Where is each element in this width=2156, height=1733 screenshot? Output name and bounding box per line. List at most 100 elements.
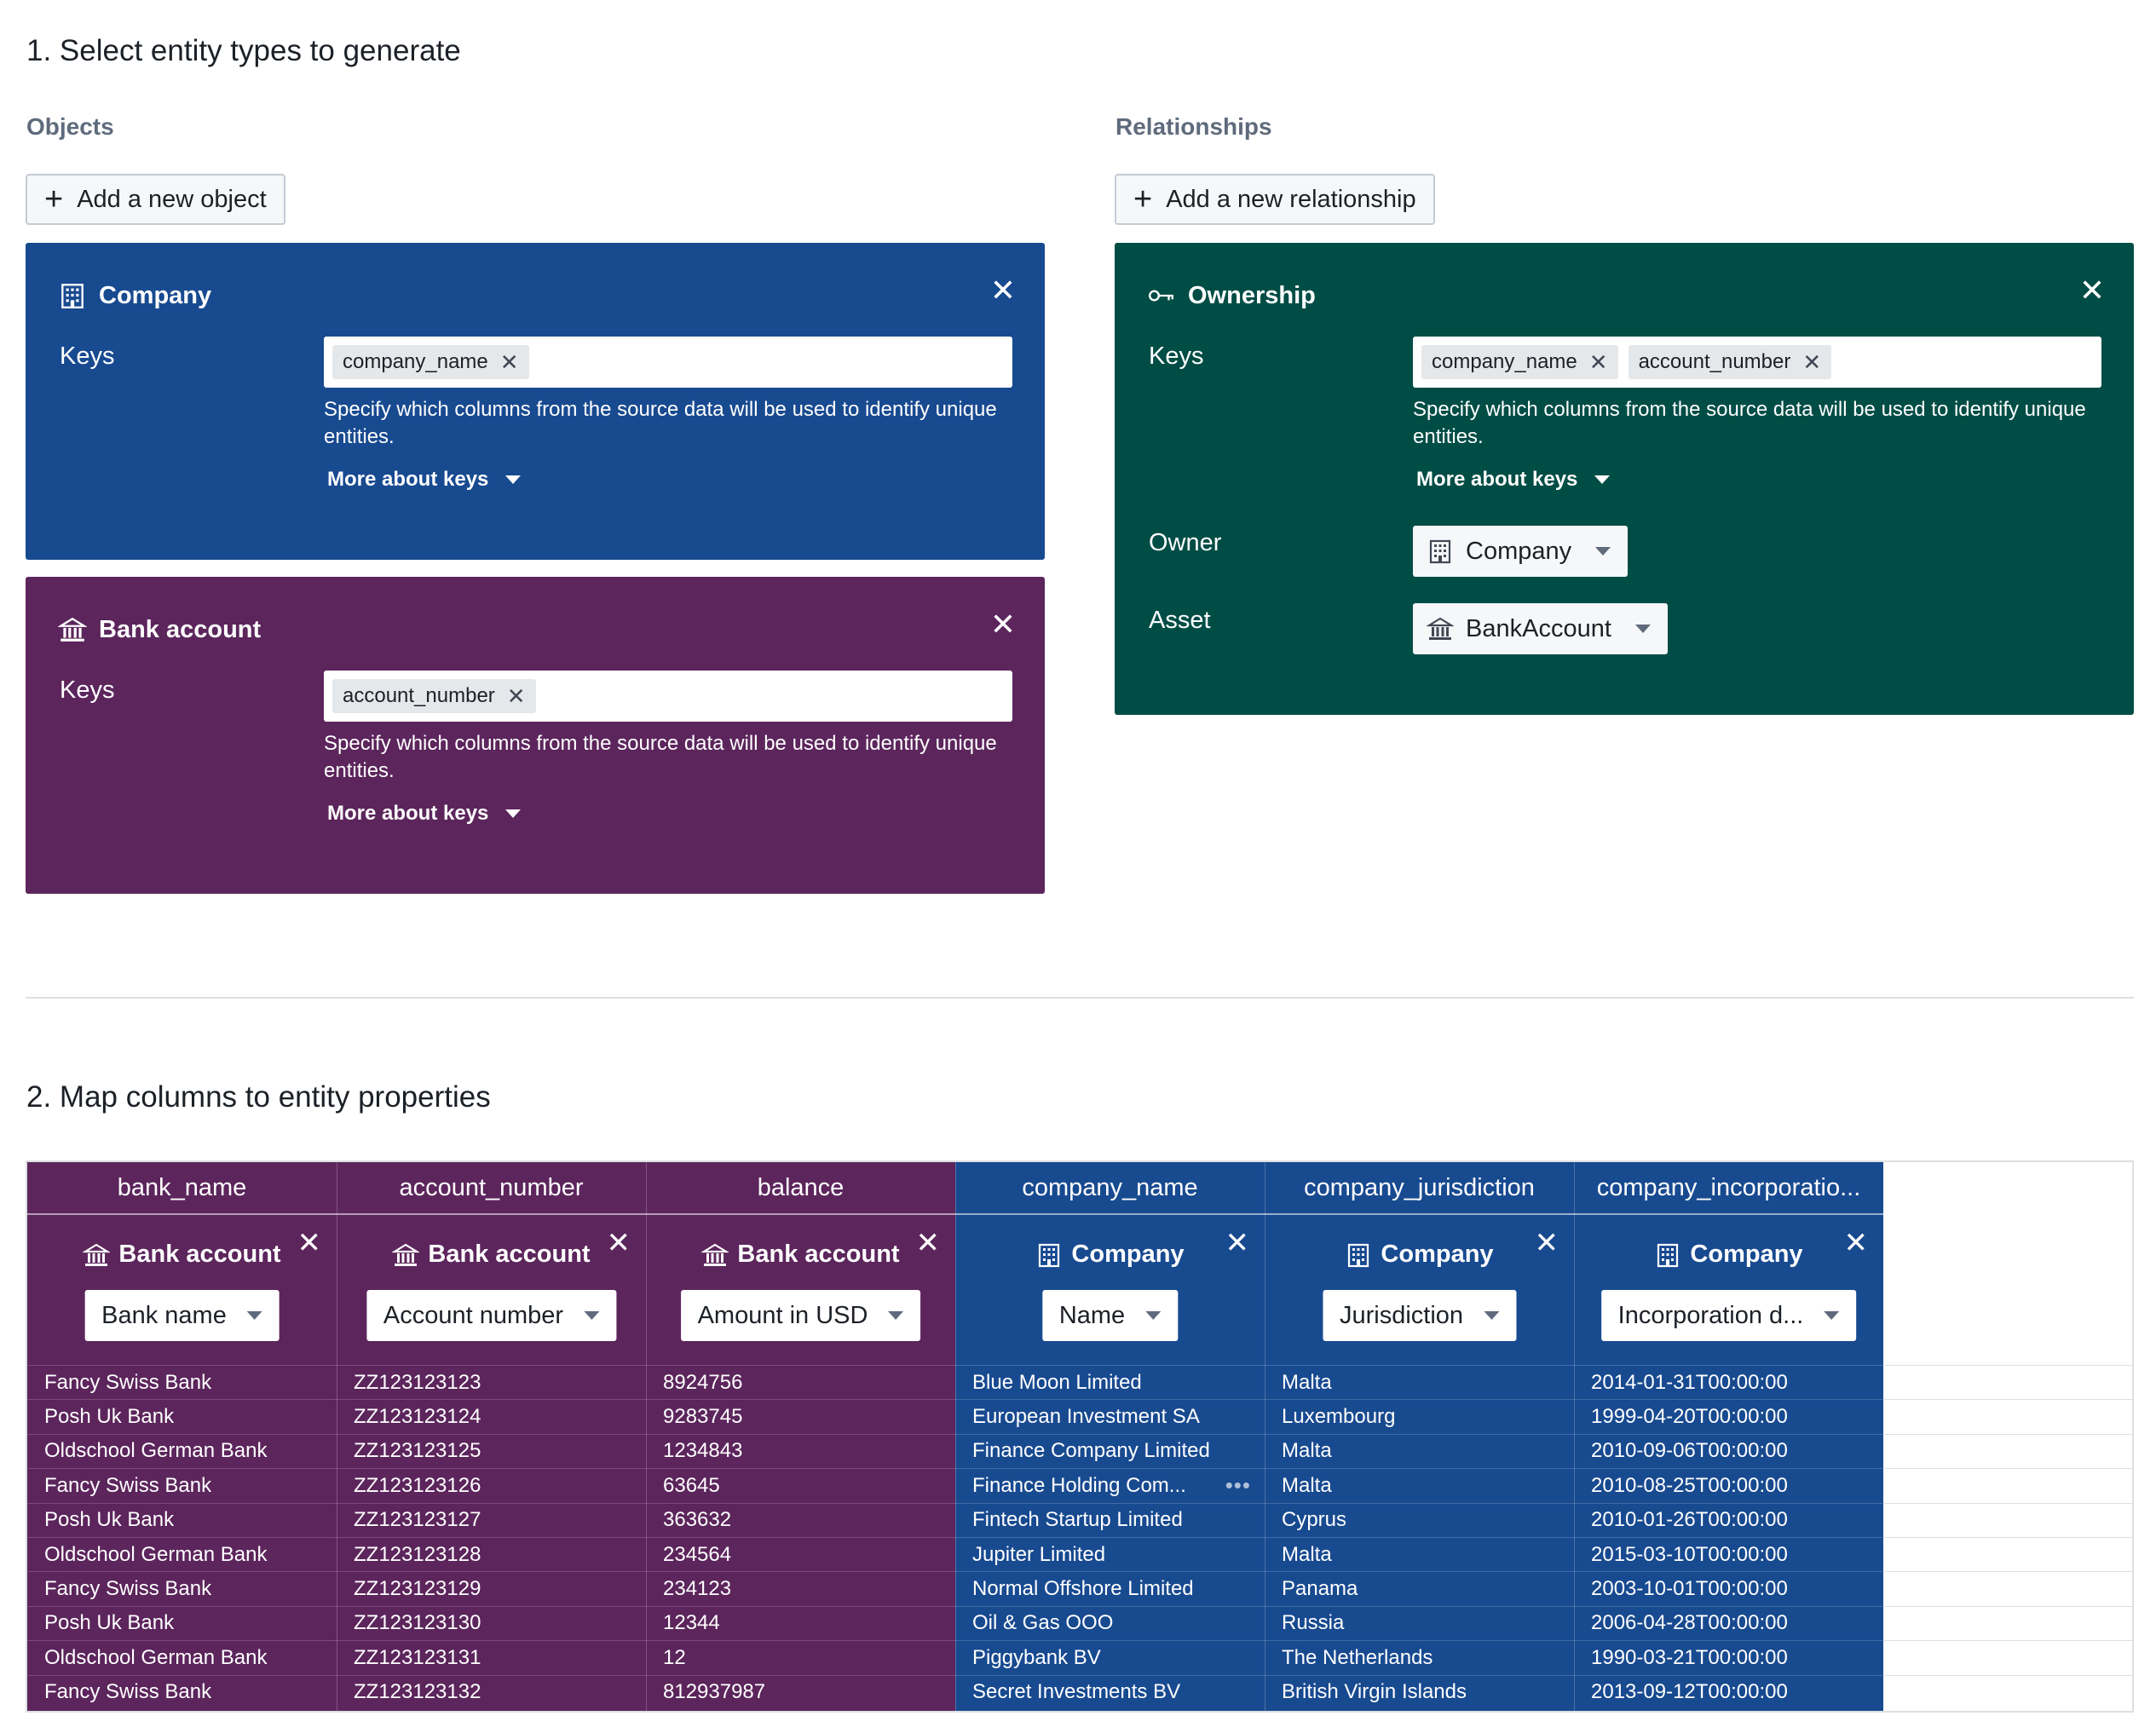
table-cell[interactable]: Posh Uk Bank bbox=[27, 1605, 337, 1640]
table-cell[interactable]: Finance Company Limited bbox=[955, 1433, 1265, 1468]
column-separator bbox=[1574, 1162, 1575, 1711]
entity-mapping: Bank account ✕ Amount in USD bbox=[646, 1215, 955, 1365]
add-relationship-label: Add a new relationship bbox=[1166, 185, 1416, 213]
table-cell[interactable]: The Netherlands bbox=[1265, 1640, 1574, 1674]
close-icon[interactable]: ✕ bbox=[990, 609, 1016, 640]
table-cell[interactable]: Fancy Swiss Bank bbox=[27, 1468, 337, 1502]
close-icon[interactable]: ✕ bbox=[1535, 1229, 1559, 1258]
close-icon[interactable]: ✕ bbox=[1844, 1229, 1869, 1258]
table-cell[interactable]: British Virgin Islands bbox=[1265, 1674, 1574, 1709]
mapping-column: company_name Company ✕ Name Blue Moon Limite… bbox=[955, 1162, 1265, 1711]
table-cell[interactable]: 9283745 bbox=[646, 1399, 955, 1433]
table-cell[interactable]: ZZ123123125 bbox=[337, 1433, 646, 1468]
property-select[interactable]: Name bbox=[1041, 1290, 1179, 1341]
add-relationship-button[interactable]: + Add a new relationship bbox=[1115, 174, 1435, 225]
close-icon[interactable]: ✕ bbox=[297, 1229, 322, 1258]
table-cell[interactable]: Fancy Swiss Bank bbox=[27, 1674, 337, 1709]
table-cell[interactable]: Malta bbox=[1265, 1536, 1574, 1571]
table-cell[interactable]: Oldschool German Bank bbox=[27, 1536, 337, 1571]
entity-mapping: Bank account ✕ Bank name bbox=[27, 1215, 337, 1365]
table-cell[interactable]: 234564 bbox=[646, 1536, 955, 1571]
table-cell[interactable]: Normal Offshore Limited bbox=[955, 1571, 1265, 1605]
table-cell[interactable]: 1990-03-21T00:00:00 bbox=[1574, 1640, 1883, 1674]
keys-input[interactable]: company_name ✕ bbox=[324, 337, 1012, 388]
table-cell[interactable]: 12344 bbox=[646, 1605, 955, 1640]
table-cell[interactable]: Russia bbox=[1265, 1605, 1574, 1640]
table-cell[interactable]: 12 bbox=[646, 1640, 955, 1674]
table-cell[interactable]: Luxembourg bbox=[1265, 1399, 1574, 1433]
table-cell[interactable]: ZZ123123126 bbox=[337, 1468, 646, 1502]
table-cell[interactable]: ZZ123123132 bbox=[337, 1674, 646, 1709]
property-select[interactable]: Account number bbox=[366, 1290, 617, 1341]
table-cell[interactable]: 8924756 bbox=[646, 1365, 955, 1399]
more-about-keys-toggle[interactable]: More about keys bbox=[327, 468, 522, 492]
table-cell[interactable]: 234123 bbox=[646, 1571, 955, 1605]
table-cell[interactable]: 2003-10-01T00:00:00 bbox=[1574, 1571, 1883, 1605]
table-cell[interactable]: 812937987 bbox=[646, 1674, 955, 1709]
property-select[interactable]: Jurisdiction bbox=[1322, 1290, 1517, 1341]
close-icon[interactable]: ✕ bbox=[990, 275, 1016, 306]
remove-tag-icon[interactable]: ✕ bbox=[500, 349, 519, 376]
table-cell[interactable]: ZZ123123131 bbox=[337, 1640, 646, 1674]
table-cell[interactable]: 1999-04-20T00:00:00 bbox=[1574, 1399, 1883, 1433]
table-cell[interactable]: Fancy Swiss Bank bbox=[27, 1365, 337, 1399]
table-cell[interactable]: Fintech Startup Limited bbox=[955, 1502, 1265, 1537]
table-cell[interactable]: Fancy Swiss Bank bbox=[27, 1571, 337, 1605]
table-cell[interactable]: Oil & Gas OOO bbox=[955, 1605, 1265, 1640]
property-select[interactable]: Amount in USD bbox=[680, 1290, 921, 1341]
keys-helper-text: Specify which columns from the source da… bbox=[324, 732, 997, 782]
table-cell[interactable]: 2015-03-10T00:00:00 bbox=[1574, 1536, 1883, 1571]
table-cell[interactable]: 2013-09-12T00:00:00 bbox=[1574, 1674, 1883, 1709]
remove-tag-icon[interactable]: ✕ bbox=[1802, 349, 1821, 376]
table-cell[interactable]: Malta bbox=[1265, 1365, 1574, 1399]
caret-down-icon bbox=[1634, 625, 1651, 633]
table-cell[interactable]: Secret Investments BV bbox=[955, 1674, 1265, 1709]
property-select[interactable]: Bank name bbox=[84, 1290, 280, 1341]
add-object-button[interactable]: + Add a new object bbox=[26, 174, 285, 225]
asset-select[interactable]: BankAccount bbox=[1413, 603, 1668, 654]
table-cell[interactable]: Blue Moon Limited bbox=[955, 1365, 1265, 1399]
close-icon[interactable]: ✕ bbox=[1225, 1229, 1250, 1258]
table-cell[interactable]: ZZ123123130 bbox=[337, 1605, 646, 1640]
remove-tag-icon[interactable]: ✕ bbox=[507, 683, 526, 710]
table-cell[interactable]: 2014-01-31T00:00:00 bbox=[1574, 1365, 1883, 1399]
remove-tag-icon[interactable]: ✕ bbox=[1589, 349, 1608, 376]
table-cell[interactable]: 1234843 bbox=[646, 1433, 955, 1468]
more-about-keys-toggle[interactable]: More about keys bbox=[1416, 468, 1611, 492]
table-cell[interactable]: Panama bbox=[1265, 1571, 1574, 1605]
table-cell[interactable]: Jupiter Limited bbox=[955, 1536, 1265, 1571]
property-select[interactable]: Incorporation d... bbox=[1600, 1290, 1857, 1341]
table-cell[interactable]: 2006-04-28T00:00:00 bbox=[1574, 1605, 1883, 1640]
table-cell[interactable]: European Investment SA bbox=[955, 1399, 1265, 1433]
table-cell[interactable]: ZZ123123128 bbox=[337, 1536, 646, 1571]
more-dots-icon[interactable]: ••• bbox=[1225, 1472, 1251, 1499]
table-cell[interactable]: Oldschool German Bank bbox=[27, 1433, 337, 1468]
table-cell[interactable]: ZZ123123127 bbox=[337, 1502, 646, 1537]
close-icon[interactable]: ✕ bbox=[916, 1229, 941, 1258]
owner-select[interactable]: Company bbox=[1413, 526, 1629, 577]
keys-label: Keys bbox=[60, 677, 115, 704]
close-icon[interactable]: ✕ bbox=[2079, 275, 2105, 306]
table-cell[interactable]: 63645 bbox=[646, 1468, 955, 1502]
caret-down-icon bbox=[505, 475, 522, 484]
table-cell[interactable]: Piggybank BV bbox=[955, 1640, 1265, 1674]
keys-input[interactable]: company_name ✕ account_number ✕ bbox=[1413, 337, 2101, 388]
table-cell[interactable]: 363632 bbox=[646, 1502, 955, 1537]
table-cell[interactable]: 2010-01-26T00:00:00 bbox=[1574, 1502, 1883, 1537]
table-cell[interactable]: Posh Uk Bank bbox=[27, 1399, 337, 1433]
table-cell[interactable]: ZZ123123124 bbox=[337, 1399, 646, 1433]
table-cell[interactable]: Oldschool German Bank bbox=[27, 1640, 337, 1674]
objects-heading: Objects bbox=[26, 113, 114, 140]
table-cell[interactable]: Cyprus bbox=[1265, 1502, 1574, 1537]
close-icon[interactable]: ✕ bbox=[607, 1229, 631, 1258]
table-cell[interactable]: Posh Uk Bank bbox=[27, 1502, 337, 1537]
table-cell[interactable]: Finance Holding Com... ••• bbox=[955, 1468, 1265, 1502]
table-cell[interactable]: ZZ123123123 bbox=[337, 1365, 646, 1399]
more-about-keys-toggle[interactable]: More about keys bbox=[327, 802, 522, 826]
table-cell[interactable]: Malta bbox=[1265, 1468, 1574, 1502]
table-cell[interactable]: 2010-08-25T00:00:00 bbox=[1574, 1468, 1883, 1502]
table-cell[interactable]: Malta bbox=[1265, 1433, 1574, 1468]
table-cell[interactable]: ZZ123123129 bbox=[337, 1571, 646, 1605]
table-cell[interactable]: 2010-09-06T00:00:00 bbox=[1574, 1433, 1883, 1468]
keys-input[interactable]: account_number ✕ bbox=[324, 671, 1012, 722]
